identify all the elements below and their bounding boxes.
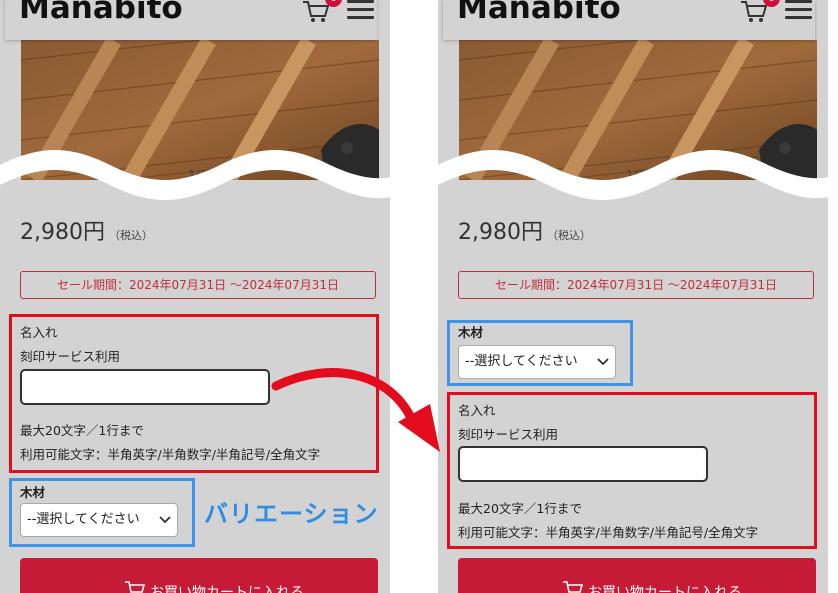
- chevron-down-icon: [597, 358, 609, 366]
- price: 2,980円 （税込）: [20, 214, 153, 246]
- add-to-cart-label: お買い物カートに入れる: [150, 585, 304, 593]
- engrave-title: 名入れ: [20, 325, 58, 340]
- cart-icon: [563, 581, 584, 593]
- site-logo[interactable]: Manabito: [19, 0, 183, 26]
- site-header: Manabito 0: [443, 0, 815, 40]
- price-value: 2,980円: [458, 220, 543, 245]
- price: 2,980円 （税込）: [458, 214, 591, 246]
- engrave-service-label: 刻印サービス利用: [458, 427, 559, 442]
- engrave-title: 名入れ: [458, 403, 496, 418]
- wood-select[interactable]: --選択してください: [20, 503, 178, 537]
- mobile-screen-after: Manabito 0 1/1 2,980円（税込） セール期間：2024: [438, 0, 828, 593]
- engrave-allowed-chars: 利用可能文字：半角英字/半角数字/半角記号/全角文字: [458, 525, 759, 540]
- engrave-allowed-chars: 利用可能文字：半角英字/半角数字/半角記号/全角文字: [20, 447, 321, 462]
- wood-select-value: --選択してください: [465, 354, 578, 369]
- cart-icon: [125, 581, 146, 593]
- hamburger-menu-icon[interactable]: [347, 0, 375, 20]
- engrave-limit-note: 最大20文字／1行まで: [20, 423, 144, 438]
- add-to-cart-button[interactable]: お買い物カートに入れる: [20, 558, 378, 593]
- section-break-wave: [0, 150, 390, 200]
- site-logo[interactable]: Manabito: [457, 0, 621, 26]
- site-header: Manabito 0: [5, 0, 377, 40]
- tax-note: （税込）: [108, 229, 153, 242]
- sale-period-badge: セール期間：2024年07月31日 ～2024年07月31日: [458, 271, 814, 299]
- section-break-wave: [438, 150, 828, 200]
- wood-label: 木材: [20, 485, 46, 500]
- variation-annotation: バリエーション: [204, 500, 379, 528]
- hamburger-menu-icon[interactable]: [785, 0, 813, 20]
- engrave-text-input[interactable]: [20, 369, 270, 405]
- chevron-down-icon: [159, 516, 171, 524]
- wood-label: 木材: [458, 325, 484, 340]
- wood-select[interactable]: --選択してください: [458, 345, 616, 379]
- engrave-text-input[interactable]: [458, 446, 708, 482]
- tax-note: （税込）: [546, 229, 591, 242]
- add-to-cart-label: お買い物カートに入れる: [588, 585, 742, 593]
- price-value: 2,980円: [20, 220, 105, 245]
- add-to-cart-button[interactable]: お買い物カートに入れる: [458, 558, 816, 593]
- engrave-limit-note: 最大20文字／1行まで: [458, 501, 582, 516]
- wood-select-value: --選択してください: [27, 512, 140, 527]
- engrave-service-label: 刻印サービス利用: [20, 349, 121, 364]
- sale-period-badge: セール期間：2024年07月31日 ～2024年07月31日: [20, 271, 376, 299]
